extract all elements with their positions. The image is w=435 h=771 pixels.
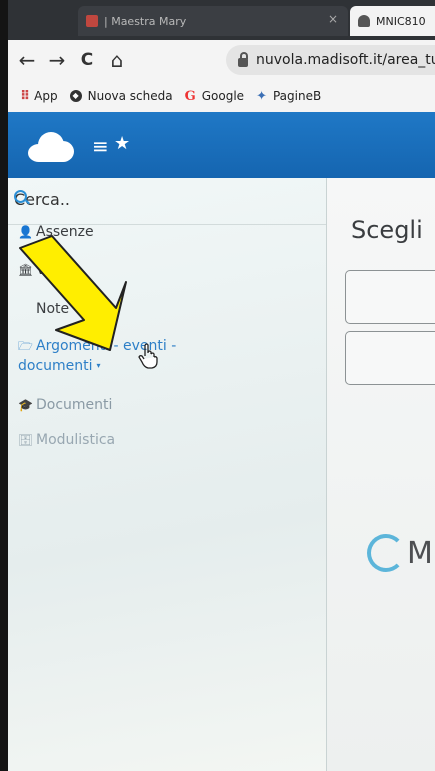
graduation-cap-icon: 🎓: [18, 398, 33, 412]
sidebar-item-label: Documenti: [36, 397, 113, 413]
url-text: nuvola.madisoft.it/area_tu: [256, 52, 435, 68]
google-icon: G: [184, 88, 196, 104]
sidebar-item-label: Modulistica: [36, 432, 116, 448]
bookmark-label: Google: [201, 89, 245, 103]
tab-mnic810[interactable]: MNIC810: [350, 6, 435, 36]
yellow-arrow-annotation: [19, 235, 127, 351]
hand-cursor-icon: [138, 343, 158, 369]
loading-logo-icon: [367, 534, 405, 572]
main-content: Scegli M: [327, 178, 435, 771]
pagine-icon: ✦: [256, 88, 267, 104]
bookmark-label: PagineB: [272, 89, 322, 103]
select-field[interactable]: [345, 331, 435, 385]
page-title: Scegli: [351, 216, 423, 244]
bookmark-google[interactable]: G Google: [185, 89, 244, 104]
select-field[interactable]: [345, 270, 435, 324]
logo-letter: M: [407, 536, 433, 571]
tab-title: MNIC810: [376, 14, 426, 28]
tab-close-icon[interactable]: ×: [328, 12, 338, 26]
sidebar-item-documenti[interactable]: 🎓 Documenti: [18, 397, 112, 413]
archive-icon: 🗄: [18, 433, 34, 447]
sidebar-item-modulistica[interactable]: 🗄 Modulistica: [18, 432, 115, 448]
bookmark-pagine[interactable]: ✦ PagineB: [256, 89, 321, 104]
tab-favicon-icon: [358, 15, 370, 27]
lock-icon: [238, 51, 248, 67]
address-bar[interactable]: nuvola.madisoft.it/area_tu: [226, 45, 435, 75]
